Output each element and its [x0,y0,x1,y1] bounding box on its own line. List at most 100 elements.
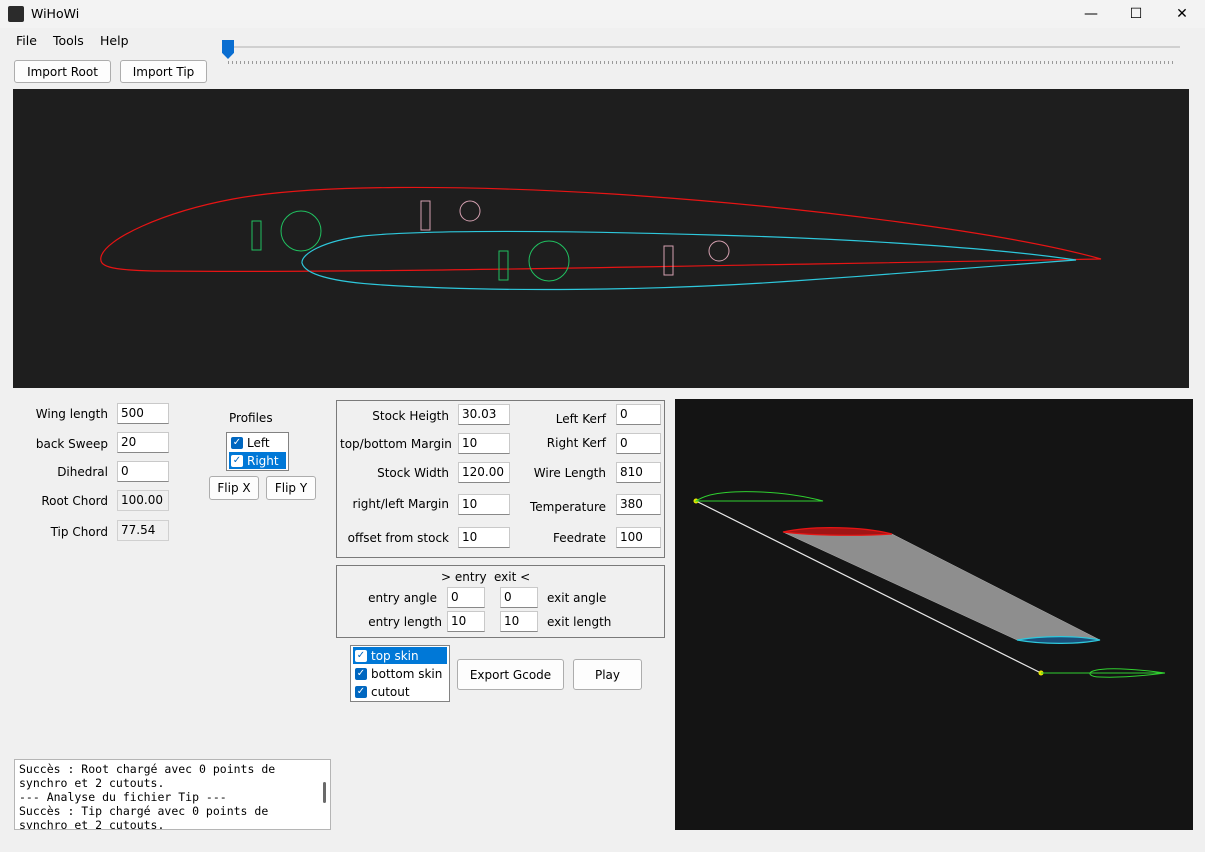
wing-length-label: Wing length [35,407,108,421]
temperature-field[interactable]: 380 [616,494,661,515]
left-kerf-field[interactable]: 0 [616,404,661,425]
profile-item-right[interactable]: ✓ Right [229,452,286,469]
flip-y-button[interactable]: Flip Y [266,476,316,500]
left-kerf-label: Left Kerf [555,412,606,426]
cut-option-bottom-skin[interactable]: ✓ bottom skin [353,665,447,682]
dihedral-label: Dihedral [57,465,108,479]
offset-label: offset from stock [347,531,449,545]
menu-tools[interactable]: Tools [53,33,84,48]
root-chord-value: 100.00 [117,490,169,511]
import-root-button[interactable]: Import Root [14,60,111,83]
profile-item-label: Right [247,453,279,468]
wire-length-field[interactable]: 810 [616,462,661,483]
exit-length-label: exit length [547,615,612,629]
stock-width-label: Stock Width [377,466,449,480]
checkbox-checked-icon[interactable]: ✓ [231,454,243,467]
root-profile [100,186,1102,272]
slider-track[interactable] [228,46,1180,48]
entry-heading: > entry [441,570,487,584]
log-line: Succès : Tip chargé avec 0 points de [19,804,269,818]
tip-section-blue [1016,636,1101,644]
root-spar-cutout [251,220,262,251]
wire-length-label: Wire Length [533,466,606,480]
tb-margin-label: top/bottom Margin [340,437,452,451]
canvas-right-edge [1189,89,1193,388]
log-line: synchro et 2 cutouts. [19,818,165,830]
minimize-button[interactable]: — [1068,0,1114,28]
app-icon [8,6,24,22]
right-kerf-field[interactable]: 0 [616,433,661,454]
log-line: Succès : Root chargé avec 0 points de [19,762,276,776]
export-gcode-button[interactable]: Export Gcode [457,659,564,690]
stock-height-field[interactable]: 30.03 [458,404,510,425]
menu-bar [0,28,1205,54]
import-tip-button[interactable]: Import Tip [120,60,207,83]
title-bar [0,0,1205,28]
tb-margin-field[interactable]: 10 [458,433,510,454]
exit-length-field[interactable]: 10 [500,611,538,632]
entry-length-label: entry length [368,615,442,629]
flip-x-button[interactable]: Flip X [209,476,259,500]
menu-help[interactable]: Help [100,33,129,48]
offset-field[interactable]: 10 [458,527,510,548]
checkbox-checked-icon[interactable]: ✓ [355,649,367,662]
stock-width-field[interactable]: 120.00 [458,462,510,483]
root-secondary-hole [459,200,481,222]
tip-chord-value: 77.54 [117,520,169,541]
root-chord-label: Root Chord [41,494,108,508]
log-line: --- Analyse du fichier Tip --- [19,790,227,804]
root-round-cutout [280,210,322,252]
profile-canvas[interactable] [13,89,1193,388]
tip-chord-label: Tip Chord [50,525,108,539]
3d-preview[interactable] [675,399,1193,830]
profile-item-label: Left [247,435,270,450]
back-sweep-field[interactable]: 20 [117,432,169,453]
checkbox-checked-icon[interactable]: ✓ [231,436,243,449]
cut-option-label: cutout [371,684,410,699]
profile-item-left[interactable]: ✓ Left [229,434,286,451]
exit-angle-field[interactable]: 0 [500,587,538,608]
slider-ticks [228,61,1176,64]
profile-drawing [100,89,1193,388]
menu-file[interactable]: File [16,33,37,48]
log-console[interactable]: Succès : Root chargé avec 0 points de sy… [14,759,331,830]
tip-spar-cutout [498,250,509,281]
rl-margin-label: right/left Margin [352,497,449,511]
root-secondary-spar [420,200,431,231]
stock-height-label: Stock Heigth [372,409,449,423]
feedrate-label: Feedrate [552,531,606,545]
cut-option-label: bottom skin [371,666,443,681]
close-button[interactable]: ✕ [1159,0,1205,28]
dihedral-field[interactable]: 0 [117,461,169,482]
back-sweep-label: back Sweep [35,437,108,451]
right-kerf-label: Right Kerf [546,436,606,450]
root-section-red [782,527,893,536]
wing-length-field[interactable]: 500 [117,403,169,424]
cut-option-top-skin[interactable]: ✓ top skin [353,647,447,664]
root-airfoil-green [694,491,824,502]
log-line: synchro et 2 cutouts. [19,776,165,790]
log-scrollbar[interactable] [323,782,326,803]
tip-profile [301,230,1077,291]
entry-angle-label: entry angle [368,591,437,605]
feedrate-field[interactable]: 100 [616,527,661,548]
tip-secondary-hole [708,240,730,262]
exit-angle-label: exit angle [547,591,607,605]
window-title: WiHoWi [31,6,80,21]
tip-round-cutout [528,240,570,282]
slider-thumb[interactable] [222,40,234,59]
cut-options-list[interactable]: ✓ top skin ✓ bottom skin ✓ cutout [350,645,450,702]
profiles-list[interactable]: ✓ Left ✓ Right [226,432,289,471]
entry-length-field[interactable]: 10 [447,611,485,632]
profiles-label: Profiles [229,411,273,425]
rl-margin-field[interactable]: 10 [458,494,510,515]
maximize-button[interactable]: ☐ [1113,0,1159,28]
tip-airfoil-green [1041,668,1166,678]
tip-secondary-spar [663,245,674,276]
cut-option-cutout[interactable]: ✓ cutout [353,683,447,700]
play-button[interactable]: Play [573,659,642,690]
checkbox-checked-icon[interactable]: ✓ [355,667,367,680]
checkbox-checked-icon[interactable]: ✓ [355,685,367,698]
entry-angle-field[interactable]: 0 [447,587,485,608]
temperature-label: Temperature [529,500,606,514]
